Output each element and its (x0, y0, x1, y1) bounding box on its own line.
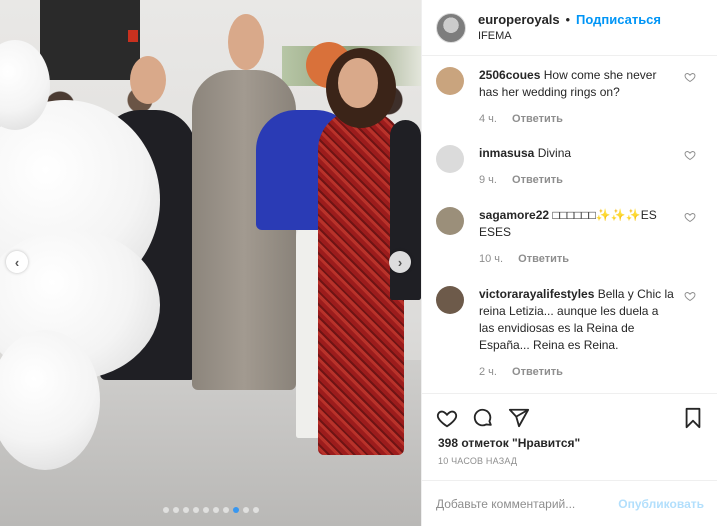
comment-icon (473, 408, 492, 427)
comment-time[interactable]: 2 ч. (479, 366, 497, 378)
bookmark-icon (685, 407, 701, 429)
carousel-indicator (0, 507, 421, 513)
commenter-avatar[interactable] (436, 207, 464, 235)
carousel-dot (222, 507, 229, 513)
post-time[interactable]: 10 ЧАСОВ НАЗАД (422, 450, 717, 466)
author-username[interactable]: europeroyals (478, 12, 560, 27)
separator-bullet: • (565, 12, 571, 27)
carousel-dot (202, 507, 209, 513)
chevron-right-icon: › (397, 254, 403, 270)
post-photo[interactable]: ‹ › (0, 0, 421, 526)
carousel-dot (232, 507, 239, 513)
author-avatar[interactable] (436, 12, 466, 43)
comment-like-button[interactable] (684, 71, 696, 83)
reply-button[interactable]: Ответить (512, 174, 563, 186)
comment-like-button[interactable] (684, 211, 696, 223)
comment-item: victorarayalifestyles Bella y Chic la re… (436, 286, 704, 381)
carousel-dot (212, 507, 219, 513)
comment-item: sagamore22 □□□□□□✨✨✨ES ESES 10 ч. Ответи… (436, 207, 704, 268)
carousel-dot (162, 507, 169, 513)
commenter-avatar[interactable] (436, 145, 464, 173)
commenter-username[interactable]: 2506coues (479, 68, 540, 82)
photo-person-background (390, 120, 421, 300)
post-side-panel: europeroyals • Подписаться IFEMA 2506cou… (421, 0, 717, 526)
commenter-avatar[interactable] (436, 67, 464, 95)
follow-button[interactable]: Подписаться (576, 12, 661, 27)
photo-head (228, 14, 264, 70)
comment-input[interactable] (436, 496, 619, 511)
commenter-username[interactable]: victorarayalifestyles (479, 287, 594, 301)
comment-time[interactable]: 10 ч. (479, 253, 503, 265)
carousel-prev-button[interactable]: ‹ (6, 251, 28, 273)
carousel-dot (182, 507, 189, 513)
like-button[interactable] (436, 407, 458, 429)
publish-button[interactable]: Опубликовать (618, 497, 704, 511)
author-info: europeroyals • Подписаться IFEMA (478, 11, 661, 44)
heart-icon (436, 410, 458, 428)
comment-like-button[interactable] (684, 290, 696, 302)
share-button[interactable] (508, 407, 530, 429)
photo-head (130, 56, 166, 104)
comment-item: inmasusa Divina 9 ч. Ответить (436, 145, 704, 189)
comment-like-button[interactable] (684, 149, 696, 161)
reply-button[interactable]: Ответить (512, 366, 563, 378)
comment-button[interactable] (472, 407, 494, 429)
commenter-username[interactable]: sagamore22 (479, 208, 549, 222)
carousel-next-button[interactable]: › (389, 251, 411, 273)
photo-wall-sign (128, 30, 138, 42)
heart-icon (684, 72, 696, 83)
post-actions: 398 отметок "Нравится" 10 ЧАСОВ НАЗАД (422, 393, 717, 467)
photo-background-wall (40, 0, 140, 80)
carousel-dot (252, 507, 259, 513)
carousel-dot (192, 507, 199, 513)
heart-icon (684, 150, 696, 161)
comment-item: 2506coues How come she never has her wed… (436, 67, 704, 128)
commenter-avatar[interactable] (436, 286, 464, 314)
comment-time[interactable]: 4 ч. (479, 113, 497, 125)
add-comment-bar: Опубликовать (422, 480, 717, 526)
carousel-dot (172, 507, 179, 513)
commenter-username[interactable]: inmasusa (479, 146, 534, 160)
comment-time[interactable]: 9 ч. (479, 174, 497, 186)
comment-text: Divina (537, 146, 572, 160)
chevron-left-icon: ‹ (14, 254, 20, 270)
save-button[interactable] (682, 407, 704, 429)
post-location[interactable]: IFEMA (478, 28, 661, 44)
heart-icon (684, 291, 696, 302)
post-header: europeroyals • Подписаться IFEMA (422, 0, 717, 56)
comments-list[interactable]: 2506coues How come she never has her wed… (422, 57, 717, 393)
share-icon (508, 408, 530, 428)
heart-icon (684, 212, 696, 223)
likes-count[interactable]: 398 отметок "Нравится" (422, 432, 717, 450)
photo-head (338, 58, 378, 108)
reply-button[interactable]: Ответить (512, 113, 563, 125)
carousel-dot (242, 507, 249, 513)
reply-button[interactable]: Ответить (518, 253, 569, 265)
